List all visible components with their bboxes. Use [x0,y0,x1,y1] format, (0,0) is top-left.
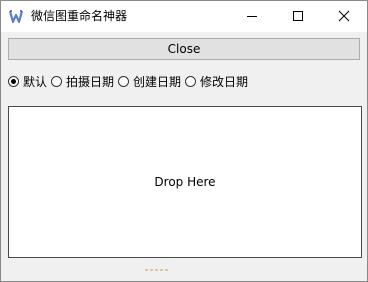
drop-area[interactable]: Drop Here [8,106,362,258]
close-button[interactable]: Close [8,38,360,60]
minimize-icon [247,16,257,17]
title-bar[interactable]: 微信图重命名神器 [1,1,367,32]
maximize-icon [293,11,303,21]
radio-circle [51,76,62,87]
minimize-button[interactable] [229,1,275,32]
radio-circle [118,76,129,87]
radio-selected-dot [11,79,16,84]
app-window: 微信图重命名神器 Close 默认 拍摄日期 创建日期 修改日期 Drop He… [0,0,368,282]
resize-grip[interactable] [145,269,171,272]
close-icon [338,10,350,22]
radio-label: 创建日期 [133,75,182,89]
radio-label: 默认 [23,75,48,89]
radio-label: 拍摄日期 [66,75,115,89]
maximize-button[interactable] [275,1,321,32]
drop-label: Drop Here [154,175,216,189]
w-logo-icon [9,10,23,24]
radio-circle [8,76,19,87]
radio-circle [185,76,196,87]
window-close-button[interactable] [321,1,367,32]
window-title: 微信图重命名神器 [31,9,128,23]
radio-label: 修改日期 [200,75,249,89]
